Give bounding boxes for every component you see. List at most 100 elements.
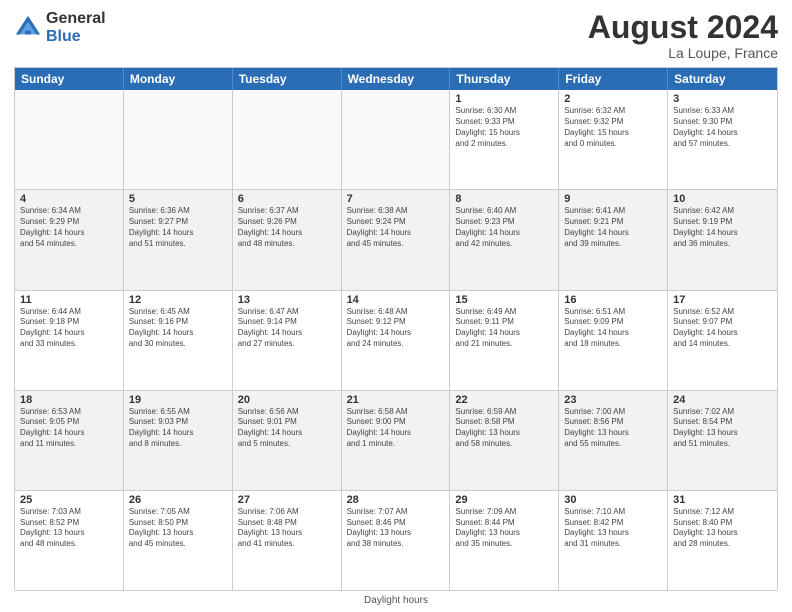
calendar-cell-1: 1Sunrise: 6:30 AM Sunset: 9:33 PM Daylig…	[450, 90, 559, 189]
day-number: 5	[129, 193, 227, 205]
day-number: 23	[564, 394, 662, 406]
calendar-cell-12: 12Sunrise: 6:45 AM Sunset: 9:16 PM Dayli…	[124, 291, 233, 390]
day-number: 30	[564, 494, 662, 506]
day-number: 17	[673, 294, 772, 306]
day-number: 29	[455, 494, 553, 506]
logo-general-text: General	[46, 10, 106, 28]
calendar-cell-26: 26Sunrise: 7:05 AM Sunset: 8:50 PM Dayli…	[124, 491, 233, 590]
calendar-cell-empty-1	[124, 90, 233, 189]
day-number: 13	[238, 294, 336, 306]
calendar-cell-19: 19Sunrise: 6:55 AM Sunset: 9:03 PM Dayli…	[124, 391, 233, 490]
day-number: 4	[20, 193, 118, 205]
footer: Daylight hours	[14, 595, 778, 606]
calendar-cell-22: 22Sunrise: 6:59 AM Sunset: 8:58 PM Dayli…	[450, 391, 559, 490]
day-info: Sunrise: 7:07 AM Sunset: 8:46 PM Dayligh…	[347, 507, 445, 550]
day-number: 31	[673, 494, 772, 506]
calendar-cell-21: 21Sunrise: 6:58 AM Sunset: 9:00 PM Dayli…	[342, 391, 451, 490]
calendar-cell-20: 20Sunrise: 6:56 AM Sunset: 9:01 PM Dayli…	[233, 391, 342, 490]
calendar-row-2: 11Sunrise: 6:44 AM Sunset: 9:18 PM Dayli…	[15, 291, 777, 391]
day-info: Sunrise: 7:03 AM Sunset: 8:52 PM Dayligh…	[20, 507, 118, 550]
day-info: Sunrise: 6:48 AM Sunset: 9:12 PM Dayligh…	[347, 307, 445, 350]
page: General Blue August 2024 La Loupe, Franc…	[0, 0, 792, 612]
day-number: 27	[238, 494, 336, 506]
calendar-body: 1Sunrise: 6:30 AM Sunset: 9:33 PM Daylig…	[15, 90, 777, 590]
calendar-cell-empty-3	[342, 90, 451, 189]
day-info: Sunrise: 6:37 AM Sunset: 9:26 PM Dayligh…	[238, 206, 336, 249]
location: La Loupe, France	[588, 45, 778, 61]
calendar-cell-7: 7Sunrise: 6:38 AM Sunset: 9:24 PM Daylig…	[342, 190, 451, 289]
calendar-header: SundayMondayTuesdayWednesdayThursdayFrid…	[15, 68, 777, 90]
calendar-row-1: 4Sunrise: 6:34 AM Sunset: 9:29 PM Daylig…	[15, 190, 777, 290]
calendar-cell-27: 27Sunrise: 7:06 AM Sunset: 8:48 PM Dayli…	[233, 491, 342, 590]
calendar-cell-10: 10Sunrise: 6:42 AM Sunset: 9:19 PM Dayli…	[668, 190, 777, 289]
calendar-cell-3: 3Sunrise: 6:33 AM Sunset: 9:30 PM Daylig…	[668, 90, 777, 189]
day-info: Sunrise: 7:10 AM Sunset: 8:42 PM Dayligh…	[564, 507, 662, 550]
day-number: 15	[455, 294, 553, 306]
day-number: 7	[347, 193, 445, 205]
calendar-cell-2: 2Sunrise: 6:32 AM Sunset: 9:32 PM Daylig…	[559, 90, 668, 189]
day-info: Sunrise: 6:38 AM Sunset: 9:24 PM Dayligh…	[347, 206, 445, 249]
day-number: 11	[20, 294, 118, 306]
calendar-cell-25: 25Sunrise: 7:03 AM Sunset: 8:52 PM Dayli…	[15, 491, 124, 590]
day-header-thursday: Thursday	[450, 68, 559, 90]
day-number: 18	[20, 394, 118, 406]
day-number: 1	[455, 93, 553, 105]
calendar: SundayMondayTuesdayWednesdayThursdayFrid…	[14, 67, 778, 591]
day-info: Sunrise: 6:41 AM Sunset: 9:21 PM Dayligh…	[564, 206, 662, 249]
day-info: Sunrise: 6:58 AM Sunset: 9:00 PM Dayligh…	[347, 407, 445, 450]
day-info: Sunrise: 6:45 AM Sunset: 9:16 PM Dayligh…	[129, 307, 227, 350]
calendar-row-4: 25Sunrise: 7:03 AM Sunset: 8:52 PM Dayli…	[15, 491, 777, 590]
day-number: 25	[20, 494, 118, 506]
day-number: 10	[673, 193, 772, 205]
calendar-cell-16: 16Sunrise: 6:51 AM Sunset: 9:09 PM Dayli…	[559, 291, 668, 390]
day-info: Sunrise: 6:56 AM Sunset: 9:01 PM Dayligh…	[238, 407, 336, 450]
day-number: 28	[347, 494, 445, 506]
calendar-cell-6: 6Sunrise: 6:37 AM Sunset: 9:26 PM Daylig…	[233, 190, 342, 289]
calendar-cell-30: 30Sunrise: 7:10 AM Sunset: 8:42 PM Dayli…	[559, 491, 668, 590]
day-header-friday: Friday	[559, 68, 668, 90]
day-info: Sunrise: 7:05 AM Sunset: 8:50 PM Dayligh…	[129, 507, 227, 550]
calendar-cell-15: 15Sunrise: 6:49 AM Sunset: 9:11 PM Dayli…	[450, 291, 559, 390]
day-number: 24	[673, 394, 772, 406]
day-info: Sunrise: 6:55 AM Sunset: 9:03 PM Dayligh…	[129, 407, 227, 450]
day-number: 22	[455, 394, 553, 406]
day-info: Sunrise: 7:02 AM Sunset: 8:54 PM Dayligh…	[673, 407, 772, 450]
header: General Blue August 2024 La Loupe, Franc…	[14, 10, 778, 61]
calendar-cell-31: 31Sunrise: 7:12 AM Sunset: 8:40 PM Dayli…	[668, 491, 777, 590]
calendar-cell-9: 9Sunrise: 6:41 AM Sunset: 9:21 PM Daylig…	[559, 190, 668, 289]
day-header-saturday: Saturday	[668, 68, 777, 90]
day-info: Sunrise: 7:09 AM Sunset: 8:44 PM Dayligh…	[455, 507, 553, 550]
day-info: Sunrise: 6:51 AM Sunset: 9:09 PM Dayligh…	[564, 307, 662, 350]
day-info: Sunrise: 6:32 AM Sunset: 9:32 PM Dayligh…	[564, 106, 662, 149]
calendar-cell-4: 4Sunrise: 6:34 AM Sunset: 9:29 PM Daylig…	[15, 190, 124, 289]
day-number: 26	[129, 494, 227, 506]
day-number: 6	[238, 193, 336, 205]
calendar-cell-5: 5Sunrise: 6:36 AM Sunset: 9:27 PM Daylig…	[124, 190, 233, 289]
calendar-cell-28: 28Sunrise: 7:07 AM Sunset: 8:46 PM Dayli…	[342, 491, 451, 590]
calendar-cell-empty-0	[15, 90, 124, 189]
day-info: Sunrise: 6:52 AM Sunset: 9:07 PM Dayligh…	[673, 307, 772, 350]
calendar-row-3: 18Sunrise: 6:53 AM Sunset: 9:05 PM Dayli…	[15, 391, 777, 491]
calendar-cell-empty-2	[233, 90, 342, 189]
day-info: Sunrise: 6:42 AM Sunset: 9:19 PM Dayligh…	[673, 206, 772, 249]
calendar-cell-14: 14Sunrise: 6:48 AM Sunset: 9:12 PM Dayli…	[342, 291, 451, 390]
day-number: 16	[564, 294, 662, 306]
day-number: 19	[129, 394, 227, 406]
calendar-cell-29: 29Sunrise: 7:09 AM Sunset: 8:44 PM Dayli…	[450, 491, 559, 590]
day-header-sunday: Sunday	[15, 68, 124, 90]
day-number: 21	[347, 394, 445, 406]
day-number: 2	[564, 93, 662, 105]
calendar-cell-23: 23Sunrise: 7:00 AM Sunset: 8:56 PM Dayli…	[559, 391, 668, 490]
day-info: Sunrise: 6:34 AM Sunset: 9:29 PM Dayligh…	[20, 206, 118, 249]
day-number: 9	[564, 193, 662, 205]
calendar-row-0: 1Sunrise: 6:30 AM Sunset: 9:33 PM Daylig…	[15, 90, 777, 190]
calendar-cell-13: 13Sunrise: 6:47 AM Sunset: 9:14 PM Dayli…	[233, 291, 342, 390]
logo: General Blue	[14, 10, 106, 45]
day-number: 14	[347, 294, 445, 306]
day-info: Sunrise: 7:12 AM Sunset: 8:40 PM Dayligh…	[673, 507, 772, 550]
day-header-wednesday: Wednesday	[342, 68, 451, 90]
day-info: Sunrise: 6:30 AM Sunset: 9:33 PM Dayligh…	[455, 106, 553, 149]
day-number: 12	[129, 294, 227, 306]
day-info: Sunrise: 6:59 AM Sunset: 8:58 PM Dayligh…	[455, 407, 553, 450]
day-info: Sunrise: 6:33 AM Sunset: 9:30 PM Dayligh…	[673, 106, 772, 149]
